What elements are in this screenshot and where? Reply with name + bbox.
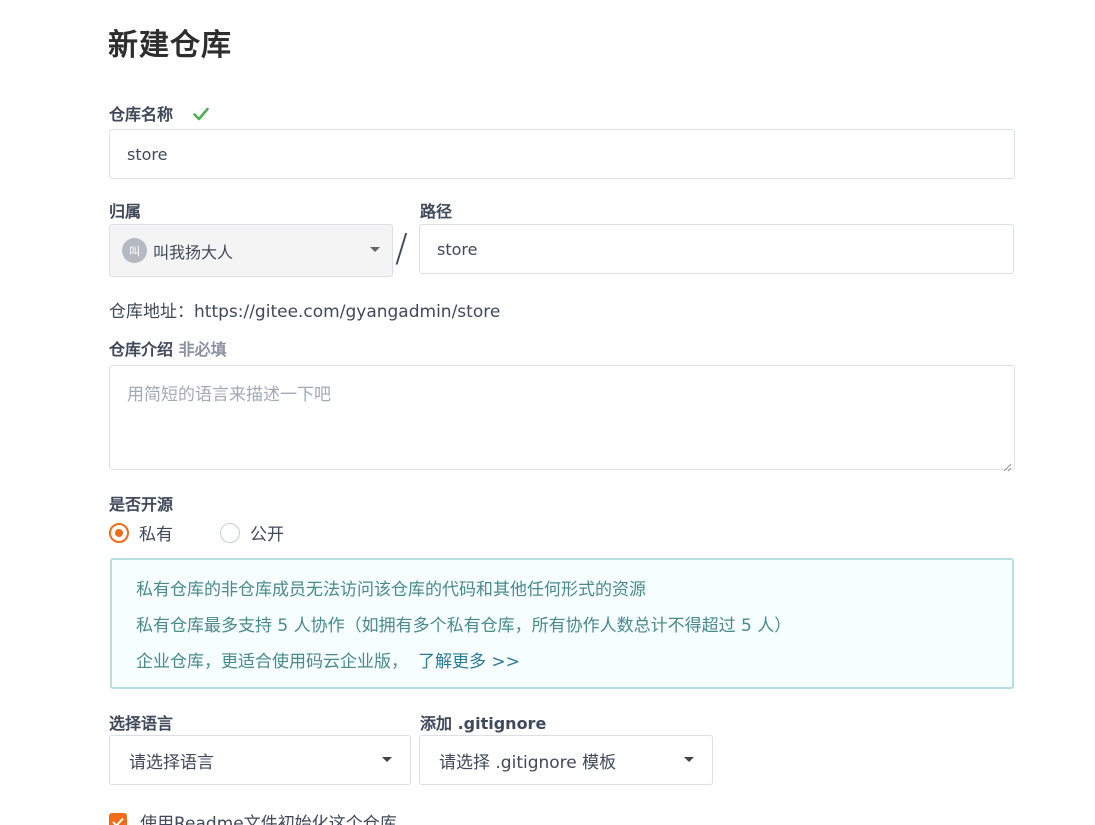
gitignore-select[interactable]: 请选择 .gitignore 模板 [419, 735, 713, 785]
info-line-3-text: 企业仓库，更适合使用码云企业版， [136, 652, 408, 672]
language-value: 请选择语言 [129, 752, 214, 773]
chevron-down-icon [370, 247, 380, 252]
repo-name-input[interactable]: store [109, 129, 1015, 179]
page-title: 新建仓库 [108, 28, 232, 63]
info-line-3: 企业仓库，更适合使用码云企业版， 了解更多 >> [136, 648, 988, 684]
language-select[interactable]: 请选择语言 [109, 735, 411, 785]
repo-name-value: store [127, 144, 168, 164]
radio-private-circle[interactable] [109, 522, 129, 543]
info-line-1: 私有仓库的非仓库成员无法访问该仓库的代码和其他任何形式的资源 [136, 580, 646, 600]
repo-address: 仓库地址：https://gitee.com/gyangadmin/store [109, 302, 501, 322]
info-line-2: 私有仓库最多支持 5 人协作（如拥有多个私有仓库，所有协作人数总计不得超过 5 … [136, 616, 792, 636]
owner-value: 叫我扬大人 [153, 242, 234, 262]
gitignore-label: 添加 .gitignore [420, 714, 547, 733]
chevron-down-icon [684, 757, 694, 762]
path-label: 路径 [420, 202, 453, 221]
visibility-radio-group: 私有 公开 [109, 520, 331, 545]
owner-label: 归属 [109, 202, 142, 221]
path-separator: / [395, 226, 408, 270]
radio-public[interactable]: 公开 [220, 520, 284, 545]
path-input[interactable]: store [419, 224, 1014, 274]
resize-grip-icon[interactable] [1002, 457, 1012, 472]
readme-checkbox[interactable] [109, 812, 127, 825]
description-placeholder: 用简短的语言来描述一下吧 [127, 385, 331, 405]
description-textarea[interactable]: 用简短的语言来描述一下吧 [109, 365, 1015, 472]
repo-name-label-text: 仓库名称 [109, 105, 174, 124]
repo-name-label: 仓库名称 [109, 101, 209, 125]
radio-public-label: 公开 [250, 525, 284, 545]
description-label: 仓库介绍 非必填 [109, 336, 227, 360]
avatar: 叫 [122, 238, 147, 263]
owner-select[interactable]: 叫 叫我扬大人 [109, 224, 393, 277]
optional-tag: 非必填 [178, 340, 227, 359]
radio-private-label: 私有 [139, 525, 173, 545]
gitignore-value: 请选择 .gitignore 模板 [439, 752, 617, 773]
radio-private[interactable]: 私有 [109, 520, 173, 545]
check-icon [192, 106, 209, 125]
readme-label: 使用Readme文件初始化这个仓库 [140, 814, 397, 825]
visibility-label: 是否开源 [109, 495, 174, 514]
radio-public-circle[interactable] [220, 522, 240, 543]
readme-checkbox-row[interactable]: 使用Readme文件初始化这个仓库 [109, 809, 397, 825]
private-info-box: 私有仓库的非仓库成员无法访问该仓库的代码和其他任何形式的资源 私有仓库最多支持 … [110, 558, 1014, 689]
learn-more-link[interactable]: 了解更多 >> [418, 652, 520, 672]
language-label: 选择语言 [109, 714, 174, 733]
description-label-text: 仓库介绍 [109, 340, 174, 359]
chevron-down-icon [382, 757, 392, 762]
path-value: store [437, 239, 478, 259]
